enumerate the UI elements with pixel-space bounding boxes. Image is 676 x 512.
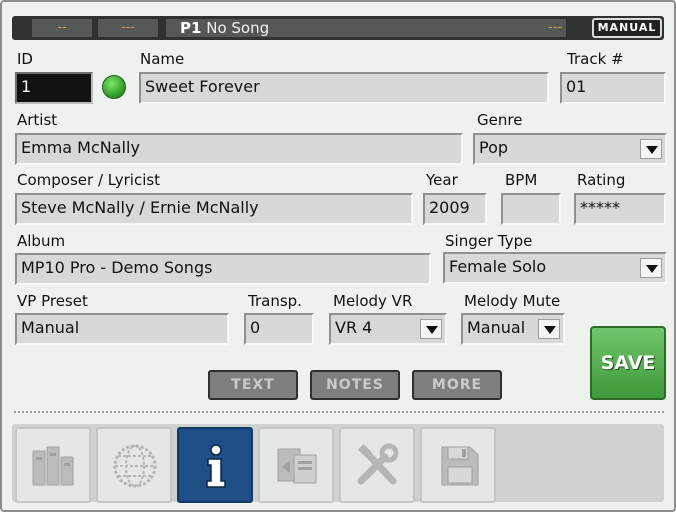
tab-globe[interactable] [96,427,172,503]
singer-type-label: Singer Type [445,232,533,250]
year-field[interactable]: 2009 [423,193,487,225]
chevron-down-icon[interactable] [640,139,662,159]
melody-vr-value: VR 4 [335,318,373,337]
album-label: Album [17,232,66,250]
genre-select[interactable]: Pop [473,133,667,165]
library-icon [32,446,74,486]
artist-label: Artist [17,111,58,129]
bpm-label: BPM [505,171,538,189]
tools-icon [357,443,399,485]
status-segment-2: --- [98,19,158,37]
chevron-down-icon[interactable] [420,319,442,339]
melody-mute-value: Manual [467,318,526,337]
status-segment-3: --- [500,19,566,37]
pad-label: P1 [180,19,202,37]
track-label: Track # [567,50,624,68]
name-field[interactable]: Sweet Forever [139,72,549,104]
bpm-field[interactable] [501,193,561,225]
chevron-down-icon[interactable] [538,319,560,339]
current-song-title: P1 No Song [180,19,269,37]
singer-type-value: Female Solo [449,257,547,276]
tab-tools[interactable] [339,427,415,503]
melody-mute-select[interactable]: Manual [461,313,565,345]
melody-mute-label: Melody Mute [464,292,561,310]
notes-button[interactable]: NOTES [310,370,400,400]
more-button[interactable]: MORE [412,370,502,400]
track-field[interactable]: 01 [560,72,666,104]
copy-icon [277,448,317,484]
section-divider [14,411,664,413]
vp-preset-field[interactable]: Manual [15,313,229,345]
genre-value: Pop [479,138,509,157]
year-label: Year [426,171,458,189]
tab-info[interactable] [177,427,253,503]
rating-field[interactable]: ***** [574,193,666,225]
song-status-text: No Song [206,19,270,37]
globe-icon [113,444,157,488]
info-icon [206,444,226,488]
status-segment-1: -- [32,19,92,37]
melody-vr-select[interactable]: VR 4 [329,313,447,345]
transp-field[interactable]: 0 [244,313,314,345]
tab-save-disk[interactable] [420,427,496,503]
vp-preset-label: VP Preset [17,292,88,310]
transp-label: Transp. [248,292,302,310]
singer-type-select[interactable]: Female Solo [443,252,667,284]
tab-copy[interactable] [258,427,334,503]
melody-vr-label: Melody VR [333,292,413,310]
floppy-disk-icon [441,446,479,486]
save-button[interactable]: SAVE [590,326,666,400]
tab-library[interactable] [15,427,91,503]
chevron-down-icon[interactable] [640,258,662,278]
album-field[interactable]: MP10 Pro - Demo Songs [15,253,431,285]
song-status-bar: -- --- P1 No Song --- [12,16,664,40]
composer-field[interactable]: Steve McNally / Ernie McNally [15,193,413,225]
name-label: Name [140,50,185,68]
genre-label: Genre [477,111,523,129]
artist-field[interactable]: Emma McNally [15,133,463,165]
status-led-icon [102,75,126,99]
manual-mode-button[interactable]: MANUAL [592,18,662,38]
id-field[interactable]: 1 [15,72,93,104]
composer-label: Composer / Lyricist [17,171,161,189]
text-button[interactable]: TEXT [208,370,298,400]
rating-label: Rating [577,171,626,189]
id-label: ID [17,50,33,68]
